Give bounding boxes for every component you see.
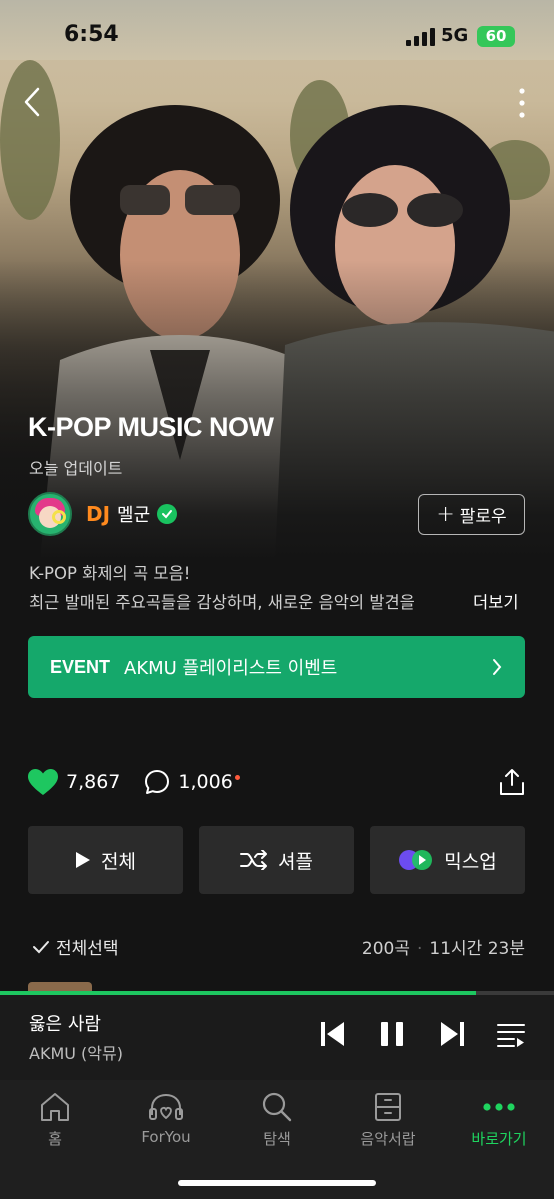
checkmark-icon	[33, 940, 49, 953]
signal-icon	[406, 28, 435, 46]
next-icon[interactable]	[437, 1019, 467, 1049]
status-bar: 6:54 5G 60	[0, 0, 554, 72]
stats-row: 7,867 1,006	[28, 762, 525, 802]
tab-drawer[interactable]: 음악서랍	[338, 1090, 438, 1149]
dj-label: DJ	[86, 502, 111, 526]
more-link[interactable]: 더보기	[473, 589, 519, 613]
comments[interactable]: 1,006	[144, 769, 240, 795]
playlist-summary: 200곡 · 11시간 23분	[361, 939, 525, 959]
playlist-queue-icon[interactable]	[496, 1019, 526, 1049]
tab-home-label: 홈	[48, 1130, 62, 1148]
tab-drawer-label: 음악서랍	[360, 1130, 416, 1148]
headphones-heart-icon	[149, 1093, 183, 1120]
search-icon	[262, 1092, 292, 1122]
shuffle-icon	[240, 850, 268, 870]
description-line-2: 최근 발매된 주요곡들을 감상하며, 새로운 음악의 발견을	[29, 593, 415, 612]
battery-level: 60	[485, 27, 507, 45]
status-time: 6:54	[64, 22, 119, 47]
mixup-icon	[399, 850, 433, 870]
tab-shortcuts-label: 바로가기	[471, 1130, 527, 1148]
select-all[interactable]: 전체선택	[32, 934, 119, 959]
tab-shortcuts[interactable]: 바로가기	[449, 1090, 549, 1149]
tab-search-label: 탐색	[263, 1130, 291, 1148]
shuffle-label: 셔플	[278, 850, 313, 873]
dj-profile[interactable]: DJ 멜군	[28, 492, 178, 536]
home-indicator	[178, 1180, 376, 1186]
mixup-label: 믹스업	[444, 850, 497, 873]
action-buttons: 전체 셔플 믹스업	[28, 826, 525, 894]
mixup-button[interactable]: 믹스업	[370, 826, 525, 894]
more-vertical-icon[interactable]	[512, 86, 532, 120]
event-tag: EVENT	[50, 656, 111, 677]
comment-count: 1,006	[178, 771, 233, 793]
plus-icon: +	[436, 502, 455, 527]
total-duration: 11시간 23분	[429, 939, 525, 959]
shuffle-button[interactable]: 셔플	[199, 826, 354, 894]
back-icon[interactable]	[20, 86, 44, 118]
now-playing-title: 옳은 사람	[29, 1014, 101, 1035]
comment-icon[interactable]	[144, 769, 170, 795]
pause-icon[interactable]	[377, 1019, 407, 1049]
track-count: 200곡	[361, 939, 410, 959]
mini-player[interactable]: 옳은 사람 AKMU (악뮤)	[0, 995, 554, 1080]
home-icon	[41, 1093, 69, 1121]
select-all-label: 전체선택	[56, 939, 119, 959]
description-line-1: K-POP 화제의 곡 모음!	[29, 564, 191, 583]
tab-search[interactable]: 탐색	[227, 1090, 327, 1149]
event-text: AKMU 플레이리스트 이벤트	[124, 658, 338, 679]
like-count: 7,867	[66, 771, 121, 793]
battery-icon: 60	[477, 26, 515, 47]
tab-foryou[interactable]: ForYou	[116, 1090, 216, 1146]
more-dots-icon	[483, 1103, 515, 1111]
dj-avatar[interactable]	[28, 492, 72, 536]
new-badge	[234, 775, 240, 780]
network-type: 5G	[441, 25, 469, 46]
event-banner[interactable]: EVENT AKMU 플레이리스트 이벤트	[28, 636, 525, 698]
playlist-title: K-POP MUSIC NOW	[28, 412, 274, 442]
play-icon	[76, 852, 91, 868]
now-playing-artist: AKMU (악뮤)	[29, 1044, 123, 1063]
previous-icon[interactable]	[318, 1019, 348, 1049]
playlist-subtitle: 오늘 업데이트	[29, 459, 123, 478]
follow-button[interactable]: + 팔로우	[418, 494, 525, 535]
play-all-label: 전체	[101, 850, 136, 873]
play-all-button[interactable]: 전체	[28, 826, 183, 894]
dj-name[interactable]: 멜군	[117, 501, 150, 527]
follow-label: 팔로우	[459, 507, 507, 527]
share-icon[interactable]	[499, 768, 525, 796]
chevron-right-icon	[493, 659, 502, 675]
heart-icon[interactable]	[28, 768, 58, 796]
verified-icon	[157, 504, 178, 524]
tab-foryou-label: ForYou	[141, 1128, 191, 1146]
drawer-icon	[375, 1093, 401, 1121]
tab-home[interactable]: 홈	[5, 1090, 105, 1149]
